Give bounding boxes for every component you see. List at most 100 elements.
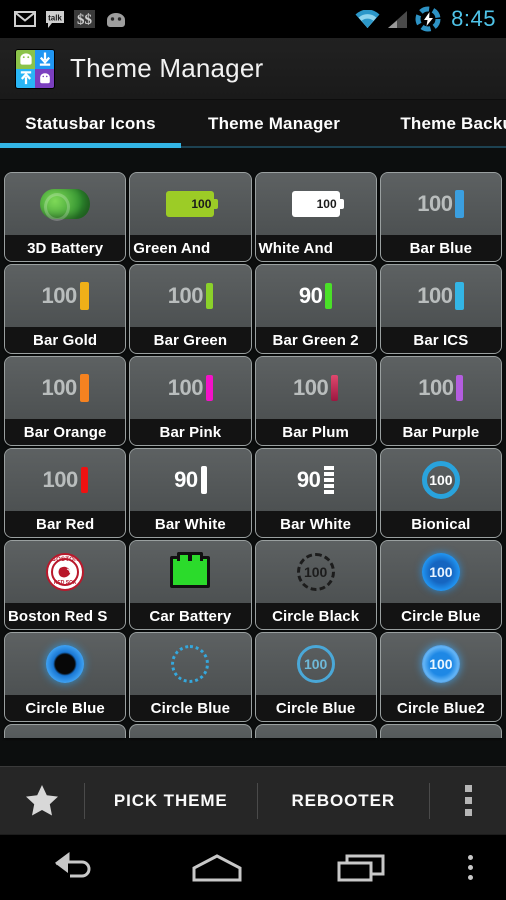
theme-item-bar-orange[interactable]: 100 Bar Orange <box>4 356 127 446</box>
battery-value: 100 <box>191 197 212 211</box>
theme-item-label: Circle Black <box>255 603 376 629</box>
battery-value: 100 <box>41 283 78 308</box>
bar-ics-icon: 100 <box>380 265 501 327</box>
theme-item-partial[interactable] <box>129 724 252 738</box>
tab-statusbar-icons[interactable]: Statusbar Icons <box>0 100 181 148</box>
theme-item-label: White And <box>255 235 376 261</box>
overflow-menu-button[interactable] <box>430 785 506 816</box>
statusbar-icons-scroll-area[interactable]: 3D Battery 100 Green And 100 White And 1… <box>0 148 506 766</box>
theme-item-green-android[interactable]: 100 Green And <box>129 172 252 262</box>
theme-item-bar-blue[interactable]: 100 Bar Blue <box>379 172 502 262</box>
theme-item-bar-purple[interactable]: 100 Bar Purple <box>379 356 502 446</box>
theme-item-circle-blue-dotted[interactable]: Circle Blue <box>129 632 252 722</box>
status-bar-clock: 8:45 <box>451 6 496 31</box>
rebooter-button[interactable]: REBOOTER <box>258 791 430 811</box>
theme-item-bionical[interactable]: 100 Bionical <box>379 448 502 538</box>
favorite-button[interactable] <box>0 784 84 817</box>
battery-white-android-icon: 100 <box>255 173 376 235</box>
gmail-icon <box>14 11 36 27</box>
nav-back-button[interactable] <box>0 851 145 884</box>
battery-value: 90 <box>296 467 321 492</box>
theme-item-bar-white-dashed[interactable]: 90 Bar White <box>254 448 377 538</box>
svg-text:$$: $$ <box>77 12 93 28</box>
theme-item-label: Bar White <box>130 511 251 537</box>
tab-label: Theme Backup <box>400 114 506 133</box>
theme-item-car-battery[interactable]: Car Battery <box>129 540 252 630</box>
battery-value: 100 <box>418 375 454 400</box>
home-icon <box>192 853 242 881</box>
bottom-action-bar: PICK THEME REBOOTER <box>0 766 506 834</box>
nav-recents-button[interactable] <box>289 852 434 884</box>
theme-item-circle-blue2[interactable]: 100 Circle Blue2 <box>379 632 502 722</box>
theme-item-label: Bar ICS <box>380 327 501 353</box>
battery-value: 100 <box>417 283 453 308</box>
nav-home-button[interactable] <box>145 852 290 884</box>
battery-value: 100 <box>42 467 79 492</box>
theme-item-3d-battery[interactable]: 3D Battery <box>4 172 127 262</box>
theme-item-label: Bar Plum <box>255 419 376 445</box>
theme-item-bar-red[interactable]: 100 Bar Red <box>4 448 127 538</box>
theme-item-bar-green[interactable]: 100 Bar Green <box>129 264 252 354</box>
theme-item-label: Circle Blue2 <box>380 695 501 721</box>
theme-item-label: Bar White <box>255 511 376 537</box>
theme-item-circle-blue-outline[interactable]: 100 Circle Blue <box>254 632 377 722</box>
circle-blue-ring-icon <box>5 633 126 695</box>
theme-item-label: Bar Pink <box>130 419 251 445</box>
battery-value: 100 <box>41 375 78 400</box>
status-bar-system-icons: 8:45 <box>355 6 496 32</box>
menu-overflow-icon <box>467 855 473 880</box>
battery-value: 100 <box>293 375 329 400</box>
bar-red-icon: 100 <box>5 449 126 511</box>
bar-green-icon: 100 <box>130 265 251 327</box>
battery-green-android-icon: 100 <box>130 173 251 235</box>
bar-white-dashed-icon: 90 <box>255 449 376 511</box>
theme-item-label: Bionical <box>380 511 501 537</box>
circle-black-icon: 100 <box>255 541 376 603</box>
battery-charging-icon <box>415 6 441 32</box>
svg-text:talk: talk <box>48 13 62 22</box>
battery-3d-green-icon <box>5 173 126 235</box>
nav-menu-button[interactable] <box>434 855 506 880</box>
theme-item-partial[interactable] <box>379 724 502 738</box>
theme-item-white-android[interactable]: 100 White And <box>254 172 377 262</box>
tab-bar: Statusbar Icons Theme Manager Theme Back… <box>0 100 506 148</box>
tab-theme-backup[interactable]: Theme Backup <box>367 100 506 148</box>
theme-item-label: Circle Blue <box>5 695 126 721</box>
bar-plum-icon: 100 <box>255 357 376 419</box>
battery-value: 100 <box>417 191 453 216</box>
pick-theme-button[interactable]: PICK THEME <box>85 791 257 811</box>
theme-item-label: Circle Blue <box>255 695 376 721</box>
battery-value: 100 <box>429 564 453 580</box>
circle-blue-outline-icon: 100 <box>255 633 376 695</box>
action-bar: Theme Manager <box>0 38 506 100</box>
tab-label: Statusbar Icons <box>25 114 156 133</box>
bar-white-icon: 90 <box>130 449 251 511</box>
back-icon <box>55 851 91 877</box>
theme-item-label: Bar Blue <box>380 235 501 261</box>
theme-item-circle-black[interactable]: 100 Circle Black <box>254 540 377 630</box>
theme-item-circle-blue-glow[interactable]: 100 Circle Blue <box>379 540 502 630</box>
theme-item-bar-plum[interactable]: 100 Bar Plum <box>254 356 377 446</box>
tab-theme-manager[interactable]: Theme Manager <box>181 100 367 148</box>
theme-item-bar-gold[interactable]: 100 Bar Gold <box>4 264 127 354</box>
theme-item-bar-ics[interactable]: 100 Bar ICS <box>379 264 502 354</box>
navigation-bar <box>0 834 506 900</box>
theme-item-bar-pink[interactable]: 100 Bar Pink <box>129 356 252 446</box>
theme-item-circle-blue-ring[interactable]: Circle Blue <box>4 632 127 722</box>
circle-blue2-icon: 100 <box>380 633 501 695</box>
theme-item-label: Bar Gold <box>5 327 126 353</box>
theme-item-label: Bar Green 2 <box>255 327 376 353</box>
bar-pink-icon: 100 <box>130 357 251 419</box>
theme-item-label: Bar Red <box>5 511 126 537</box>
theme-item-label: Bar Orange <box>5 419 126 445</box>
theme-item-label: Circle Blue <box>380 603 501 629</box>
theme-item-bar-white[interactable]: 90 Bar White <box>129 448 252 538</box>
theme-item-boston-red-sox[interactable]: BOSTON RED SOX Boston Red S <box>4 540 127 630</box>
bar-green2-icon: 90 <box>255 265 376 327</box>
theme-item-partial[interactable] <box>4 724 127 738</box>
theme-item-partial[interactable] <box>254 724 377 738</box>
theme-grid: 3D Battery 100 Green And 100 White And 1… <box>0 148 506 738</box>
bar-blue-icon: 100 <box>380 173 501 235</box>
theme-item-bar-green-2[interactable]: 90 Bar Green 2 <box>254 264 377 354</box>
signal-icon <box>388 10 408 28</box>
